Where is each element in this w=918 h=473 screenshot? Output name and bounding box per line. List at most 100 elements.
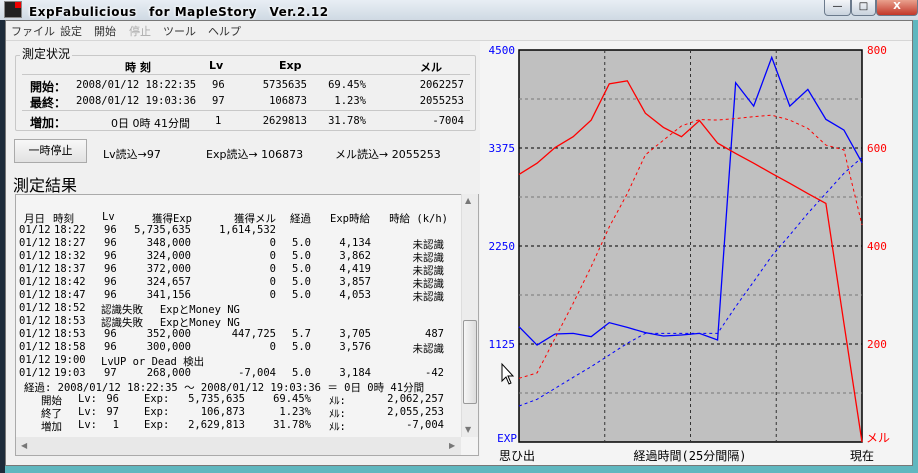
- summary-mel: 2,062,257: [387, 393, 444, 405]
- gain-pct: 31.78%: [328, 115, 366, 127]
- menu-tools[interactable]: ツール: [163, 23, 196, 39]
- list-row: 01/12 18:22 96 5,735,635 1,614,532: [16, 224, 462, 237]
- row-date: 01/12: [19, 224, 51, 236]
- scroll-up-arrow-icon[interactable]: ▲: [465, 196, 471, 205]
- row-hourly: -42: [425, 367, 444, 379]
- summary-mel: 2,055,253: [387, 406, 444, 418]
- scroll-down-arrow-icon[interactable]: ▼: [465, 425, 471, 434]
- row-elapsed: 5.0: [292, 263, 311, 275]
- row-label: 最終：: [30, 96, 67, 110]
- row-mel: 0: [269, 263, 276, 275]
- list-row: 01/12 18:42 96 324,657 0 5.0 3,857 未認識: [16, 276, 462, 290]
- menu-start[interactable]: 開始: [94, 23, 116, 39]
- row-rate: 4,134: [339, 237, 371, 249]
- x-end-label: 現在: [850, 449, 874, 463]
- x-start-label: 思ひ出: [499, 449, 535, 463]
- maximize-button[interactable]: □: [851, 0, 876, 16]
- row-exp: 324,000: [146, 250, 191, 262]
- row-hourly: 487: [425, 328, 444, 340]
- summary-exp: 5,735,635: [188, 393, 245, 405]
- row-elapsed: 5.0: [292, 367, 311, 379]
- row-exp: 5,735,635: [134, 224, 191, 236]
- exp-readout: Exp読込→ 106873: [206, 148, 304, 161]
- right-tick-label: 400: [867, 240, 887, 253]
- list-row: 01/12 18:32 96 324,000 0 5.0 3,862 未認識: [16, 250, 462, 264]
- last-lv: 97: [212, 95, 225, 107]
- left-tick-label: 3375: [489, 142, 516, 155]
- row-elapsed: 5.0: [292, 289, 311, 301]
- summary-lv-label: Lv:: [78, 406, 97, 418]
- summary-pct: 1.23%: [279, 406, 311, 418]
- row-date: 01/12: [19, 263, 51, 275]
- row-mel: -7,004: [238, 367, 276, 379]
- row-rate: 3,862: [339, 250, 371, 262]
- menu-stop: 停止: [129, 25, 151, 38]
- scrollbar-thumb[interactable]: [463, 320, 477, 404]
- row-time: 18:27: [54, 237, 86, 249]
- scroll-left-arrow-icon[interactable]: ◀: [21, 441, 27, 450]
- summary-lv-label: Lv:: [78, 419, 97, 431]
- summary-elapsed: 経過: 2008/01/12 18:22:35 ～ 2008/01/12 19:…: [16, 380, 462, 394]
- row-lv: 96: [104, 341, 117, 353]
- exp-mel-chart: 4500 3375 2250 1125 800 600 400 200 EXP メル思ひ出 経過時間…: [489, 44, 891, 463]
- start-time: 2008/01/12 18:22:35: [76, 79, 197, 91]
- row-mel: 0: [269, 276, 276, 288]
- summary-mel-label: ﾒﾙ:: [329, 421, 346, 433]
- menu-file[interactable]: ファイル: [11, 23, 55, 39]
- minimize-button[interactable]: —: [824, 0, 851, 16]
- row-date: 01/12: [19, 354, 51, 366]
- gain-duration: 0日 0時 41分間: [111, 117, 190, 130]
- summary-exp-label: Exp:: [144, 393, 170, 405]
- row-rate: 3,184: [339, 367, 371, 379]
- list-row: 01/12 18:37 96 372,000 0 5.0 4,419 未認識: [16, 263, 462, 277]
- row-time: 18:37: [54, 263, 86, 275]
- start-pct: 69.45%: [328, 79, 366, 91]
- summary-exp-label: Exp:: [144, 419, 170, 431]
- row-time: 18:32: [54, 250, 86, 262]
- start-mel: 2062257: [419, 79, 464, 91]
- menu-help[interactable]: ヘルプ: [208, 23, 241, 39]
- summary-lv: 97: [106, 406, 119, 418]
- row-date: 01/12: [19, 250, 51, 262]
- summary-exp: 2,629,813: [188, 419, 245, 431]
- scroll-right-arrow-icon[interactable]: ▶: [449, 441, 455, 450]
- pause-button[interactable]: 一時停止: [14, 139, 87, 163]
- results-list[interactable]: 月日 時刻 Lv 獲得Exp 獲得メル 経過 Exp時給 時給 (k/h) 01/12 18:22…: [15, 194, 479, 456]
- left-tick-label: 1125: [489, 338, 516, 351]
- row-lv: 96: [104, 250, 117, 262]
- row-mel: 447,725: [231, 328, 276, 340]
- row-elapsed: 5.0: [292, 250, 311, 262]
- header-lv: Lv: [209, 59, 224, 72]
- list-row: 01/12 18:47 96 341,156 0 5.0 4,053 未認識: [16, 289, 462, 303]
- right-tick-label: 800: [867, 44, 887, 57]
- row-mel: 0: [269, 289, 276, 301]
- list-header: 月日 時刻 Lv 獲得Exp 獲得メル 経過 Exp時給 時給 (k/h): [16, 211, 462, 225]
- row-date: 01/12: [19, 328, 51, 340]
- row-lv: 96: [104, 276, 117, 288]
- menu-bar: ファイル 設定 開始 停止 ツール ヘルプ: [6, 21, 912, 39]
- header-mel: メル: [420, 61, 442, 74]
- row-lv: 96: [104, 328, 117, 340]
- horizontal-scrollbar[interactable]: [16, 437, 461, 455]
- left-tick-label: 4500: [489, 44, 516, 57]
- row-date: 01/12: [19, 315, 51, 327]
- x-axis-label: 経過時間(25分間隔): [634, 449, 747, 463]
- gain-mel: -7004: [432, 115, 464, 127]
- chart-panel: 4500 3375 2250 1125 800 600 400 200 EXP メル 思ひ出 経過時間…: [480, 41, 912, 465]
- summary-row: 終了 Lv: 97 Exp: 106,873 1.23% ﾒﾙ: 2,055,253: [16, 406, 462, 420]
- row-label: 開始：: [30, 80, 67, 94]
- summary-label: 増加: [41, 421, 62, 433]
- summary-lv-label: Lv:: [78, 393, 97, 405]
- list-row: 01/12 18:58 96 300,000 0 5.0 3,576 未認識: [16, 341, 462, 355]
- menu-settings[interactable]: 設定: [60, 23, 82, 39]
- close-button[interactable]: X: [876, 0, 918, 16]
- left-tick-label: 2250: [489, 240, 516, 253]
- row-time: 19:00: [54, 354, 86, 366]
- row-rate: 3,857: [339, 276, 371, 288]
- row-exp: 352,000: [146, 328, 191, 340]
- row-time: 18:53: [54, 328, 86, 340]
- row-exp: 324,657: [146, 276, 191, 288]
- last-exp: 106873: [269, 95, 307, 107]
- mel-readout: メル読込→ 2055253: [335, 148, 441, 161]
- row-date: 01/12: [19, 367, 51, 379]
